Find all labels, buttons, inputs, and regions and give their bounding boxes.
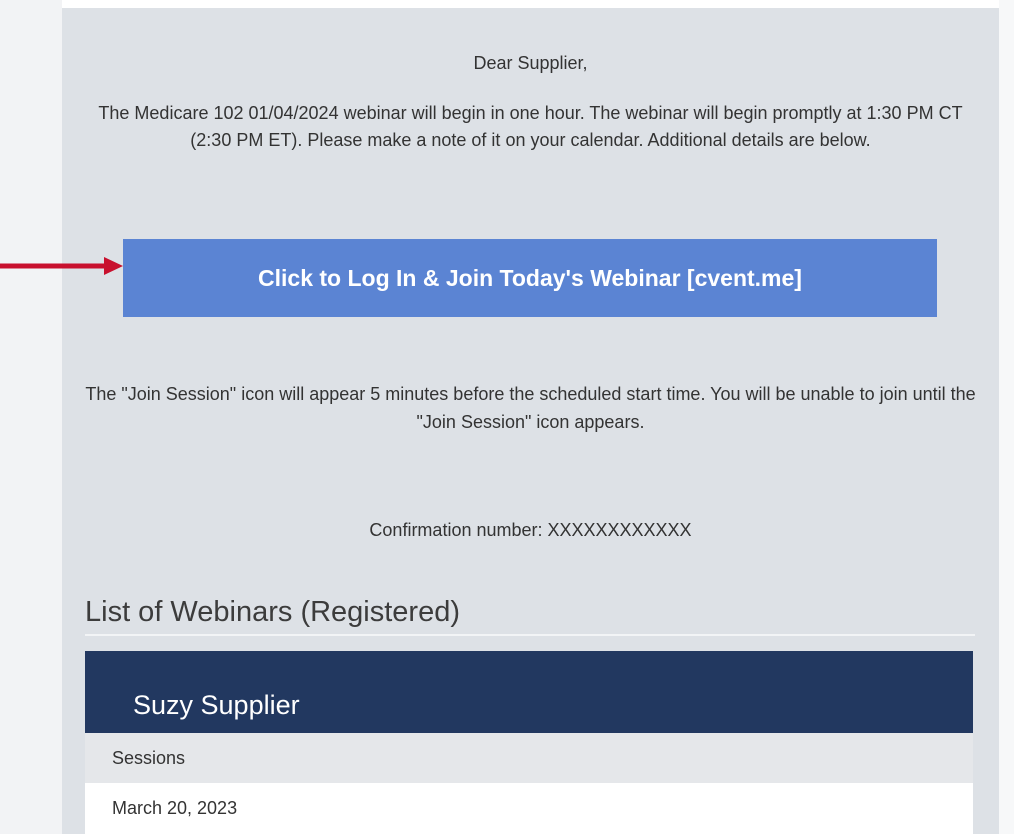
section-divider [85, 634, 975, 636]
webinar-list-title: List of Webinars (Registered) [85, 596, 461, 628]
session-row[interactable]: March 20, 2023 [85, 783, 973, 834]
registrant-name: Suzy Supplier [133, 690, 300, 720]
join-session-notice: The "Join Session" icon will appear 5 mi… [85, 384, 976, 432]
registrant-header: Suzy Supplier [85, 651, 973, 733]
intro-paragraph: The Medicare 102 01/04/2024 webinar will… [98, 103, 963, 150]
sessions-header: Sessions [85, 733, 973, 783]
right-margin [999, 0, 1014, 834]
join-webinar-button[interactable]: Click to Log In & Join Today's Webinar [… [123, 239, 937, 317]
webinar-card: Suzy Supplier Sessions March 20, 2023 [85, 651, 973, 834]
arrow-right-icon [0, 257, 123, 275]
confirmation-number: Confirmation number: XXXXXXXXXXXX [369, 520, 692, 540]
session-date: March 20, 2023 [112, 798, 238, 818]
greeting-text: Dear Supplier, [473, 53, 588, 73]
email-body: Dear Supplier, The Medicare 102 01/04/20… [62, 8, 999, 834]
